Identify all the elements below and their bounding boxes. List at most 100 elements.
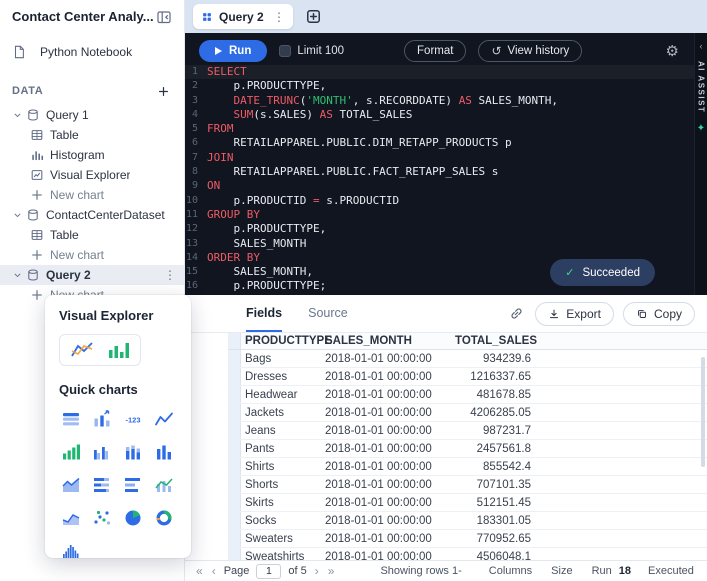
chart-icon-glyph	[154, 409, 174, 429]
format-button[interactable]: Format	[404, 40, 466, 62]
copy-button[interactable]: Copy	[623, 302, 695, 326]
add-data-icon[interactable]	[155, 83, 172, 100]
table-row[interactable]: Jackets 2018-01-01 00:00:00 4206285.05	[228, 404, 707, 422]
check-icon: ✓	[565, 266, 574, 279]
limit-checkbox[interactable]	[279, 45, 291, 57]
line-number: 5	[185, 122, 207, 136]
tree-item-query1-histogram[interactable]: Histogram ⋮	[0, 145, 184, 165]
table-row[interactable]: Jeans 2018-01-01 00:00:00 987231.7	[228, 422, 707, 440]
stacked-bar-chart-icon[interactable]	[90, 473, 114, 497]
chevron-down-icon[interactable]	[12, 210, 26, 221]
tree-item-query-2[interactable]: Query 2 ⋮	[0, 265, 184, 285]
chart-icon-glyph	[123, 475, 143, 495]
chevron-down-icon[interactable]	[12, 110, 26, 121]
code-line[interactable]: 11GROUP BY	[185, 208, 707, 222]
limit-100-toggle[interactable]: Limit 100	[279, 45, 344, 57]
donut-chart-icon[interactable]	[152, 506, 176, 530]
chevron-down-icon[interactable]	[12, 270, 26, 281]
table-row[interactable]: Headwear 2018-01-01 00:00:00 481678.85	[228, 386, 707, 404]
code-line[interactable]: 3 DATE_TRUNC('MONTH', s.RECORDDATE) AS S…	[185, 94, 707, 108]
grouped-column-chart-icon[interactable]	[90, 440, 114, 464]
code-line[interactable]: 2 p.PRODUCTTYPE,	[185, 79, 707, 93]
code-line[interactable]: 4 SUM(s.SALES) AS TOTAL_SALES	[185, 108, 707, 122]
first-page-icon[interactable]: «	[195, 564, 204, 578]
visual-explorer-option[interactable]	[59, 334, 141, 366]
tab-kebab-icon[interactable]: ⋮	[273, 10, 285, 24]
code-line[interactable]: 13 SALES_MONTH	[185, 237, 707, 251]
line-number: 8	[185, 165, 207, 179]
column-header-sales-month[interactable]: SALES_MONTH	[325, 335, 455, 347]
tab-query-2[interactable]: Query 2 ⋮	[193, 4, 293, 29]
prev-page-icon[interactable]: ‹	[211, 564, 217, 578]
expand-ai-assist-icon[interactable]: ‹	[700, 41, 703, 51]
page-number-input[interactable]	[256, 564, 281, 579]
number-metric-icon[interactable]	[121, 407, 145, 431]
collapse-sidebar-icon[interactable]	[154, 7, 174, 27]
pie-chart-icon[interactable]	[121, 506, 145, 530]
run-button[interactable]: Run	[199, 40, 267, 62]
line-area-chart-icon[interactable]	[59, 506, 83, 530]
tree-item-contactcenterdataset[interactable]: ContactCenterDataset ⋮	[0, 205, 184, 225]
table-row[interactable]: Dresses 2018-01-01 00:00:00 1216337.65	[228, 368, 707, 386]
results-scrollbar[interactable]	[701, 357, 705, 467]
code-line[interactable]: 6 RETAILAPPAREL.PUBLIC.DIM_RETAPP_PRODUC…	[185, 136, 707, 150]
table-row[interactable]: Sweaters 2018-01-01 00:00:00 770952.65	[228, 530, 707, 548]
code-line[interactable]: 8 RETAILAPPAREL.PUBLIC.FACT_RETAPP_SALES…	[185, 165, 707, 179]
last-page-icon[interactable]: »	[327, 564, 336, 578]
table-row[interactable]: Pants 2018-01-01 00:00:00 2457561.8	[228, 440, 707, 458]
chart-icon-glyph	[61, 442, 81, 462]
gear-icon[interactable]: ⚙	[666, 42, 679, 60]
column-header-total-sales[interactable]: TOTAL_SALES	[455, 335, 533, 347]
row-gutter	[228, 512, 241, 529]
stacked-column-chart-icon[interactable]	[121, 440, 145, 464]
tree-item-icon	[30, 128, 44, 142]
export-button[interactable]: Export	[535, 302, 614, 326]
table-row[interactable]: Shirts 2018-01-01 00:00:00 855542.4	[228, 458, 707, 476]
status-bar: « ‹ Page of 5 › » Showing rows 1- Column…	[185, 560, 707, 581]
view-history-button[interactable]: ↺ View history	[478, 40, 582, 62]
table-row[interactable]: Sweatshirts 2018-01-01 00:00:00 4506048.…	[228, 548, 707, 560]
data-section-label: DATA	[12, 85, 43, 97]
new-query-tab-icon[interactable]	[303, 6, 324, 27]
tree-item-dataset-table[interactable]: Table ⋮	[0, 225, 184, 245]
ai-sparkle-icon[interactable]: ✦	[697, 123, 705, 134]
table-row[interactable]: Socks 2018-01-01 00:00:00 183301.05	[228, 512, 707, 530]
area-chart-icon[interactable]	[59, 473, 83, 497]
row-gutter	[228, 440, 241, 457]
tree-item-query1-visual-explorer[interactable]: Visual Explorer ⋮	[0, 165, 184, 185]
table-row[interactable]: Shorts 2018-01-01 00:00:00 707101.35	[228, 476, 707, 494]
table-chart-icon[interactable]	[59, 407, 83, 431]
tree-item-icon	[26, 208, 40, 222]
code-line[interactable]: 5FROM	[185, 122, 707, 136]
tree-item-query1-table[interactable]: Table ⋮	[0, 125, 184, 145]
histogram-chart-icon[interactable]	[59, 440, 83, 464]
tree-item-query1-new-chart[interactable]: New chart ⋮	[0, 185, 184, 205]
kebab-menu-icon[interactable]: ⋮	[164, 268, 176, 282]
sidebar-item-python-notebook[interactable]: Python Notebook	[0, 39, 184, 65]
link-icon[interactable]	[507, 304, 526, 323]
code-line[interactable]: 1SELECT	[185, 65, 707, 79]
scatter-chart-icon[interactable]	[90, 506, 114, 530]
tree-item-dataset-new-chart[interactable]: New chart ⋮	[0, 245, 184, 265]
code-line[interactable]: 7JOIN	[185, 151, 707, 165]
code-line[interactable]: 12 p.PRODUCTTYPE,	[185, 222, 707, 236]
code-line[interactable]: 9ON	[185, 179, 707, 193]
line-chart-icon	[70, 340, 94, 360]
table-row[interactable]: Skirts 2018-01-01 00:00:00 512151.45	[228, 494, 707, 512]
table-row[interactable]: Bags 2018-01-01 00:00:00 934239.6	[228, 350, 707, 368]
play-icon	[215, 47, 222, 55]
distribution-chart-icon[interactable]	[59, 539, 83, 563]
tab-source[interactable]: Source	[308, 295, 348, 332]
column-chart-icon[interactable]	[152, 440, 176, 464]
code-line[interactable]: 10 p.PRODUCTID = s.PRODUCTID	[185, 194, 707, 208]
next-page-icon[interactable]: ›	[314, 564, 320, 578]
tab-fields[interactable]: Fields	[246, 295, 282, 332]
column-header-producttype[interactable]: PRODUCTTYPE	[241, 335, 325, 347]
ranked-bar-chart-icon[interactable]	[90, 407, 114, 431]
line-chart-icon[interactable]	[152, 407, 176, 431]
combo-chart-icon[interactable]	[152, 473, 176, 497]
tree-item-icon	[26, 268, 40, 282]
tree-item-query-1[interactable]: Query 1 ⋮	[0, 105, 184, 125]
chart-icon-glyph	[92, 442, 112, 462]
bar-chart-icon[interactable]	[121, 473, 145, 497]
